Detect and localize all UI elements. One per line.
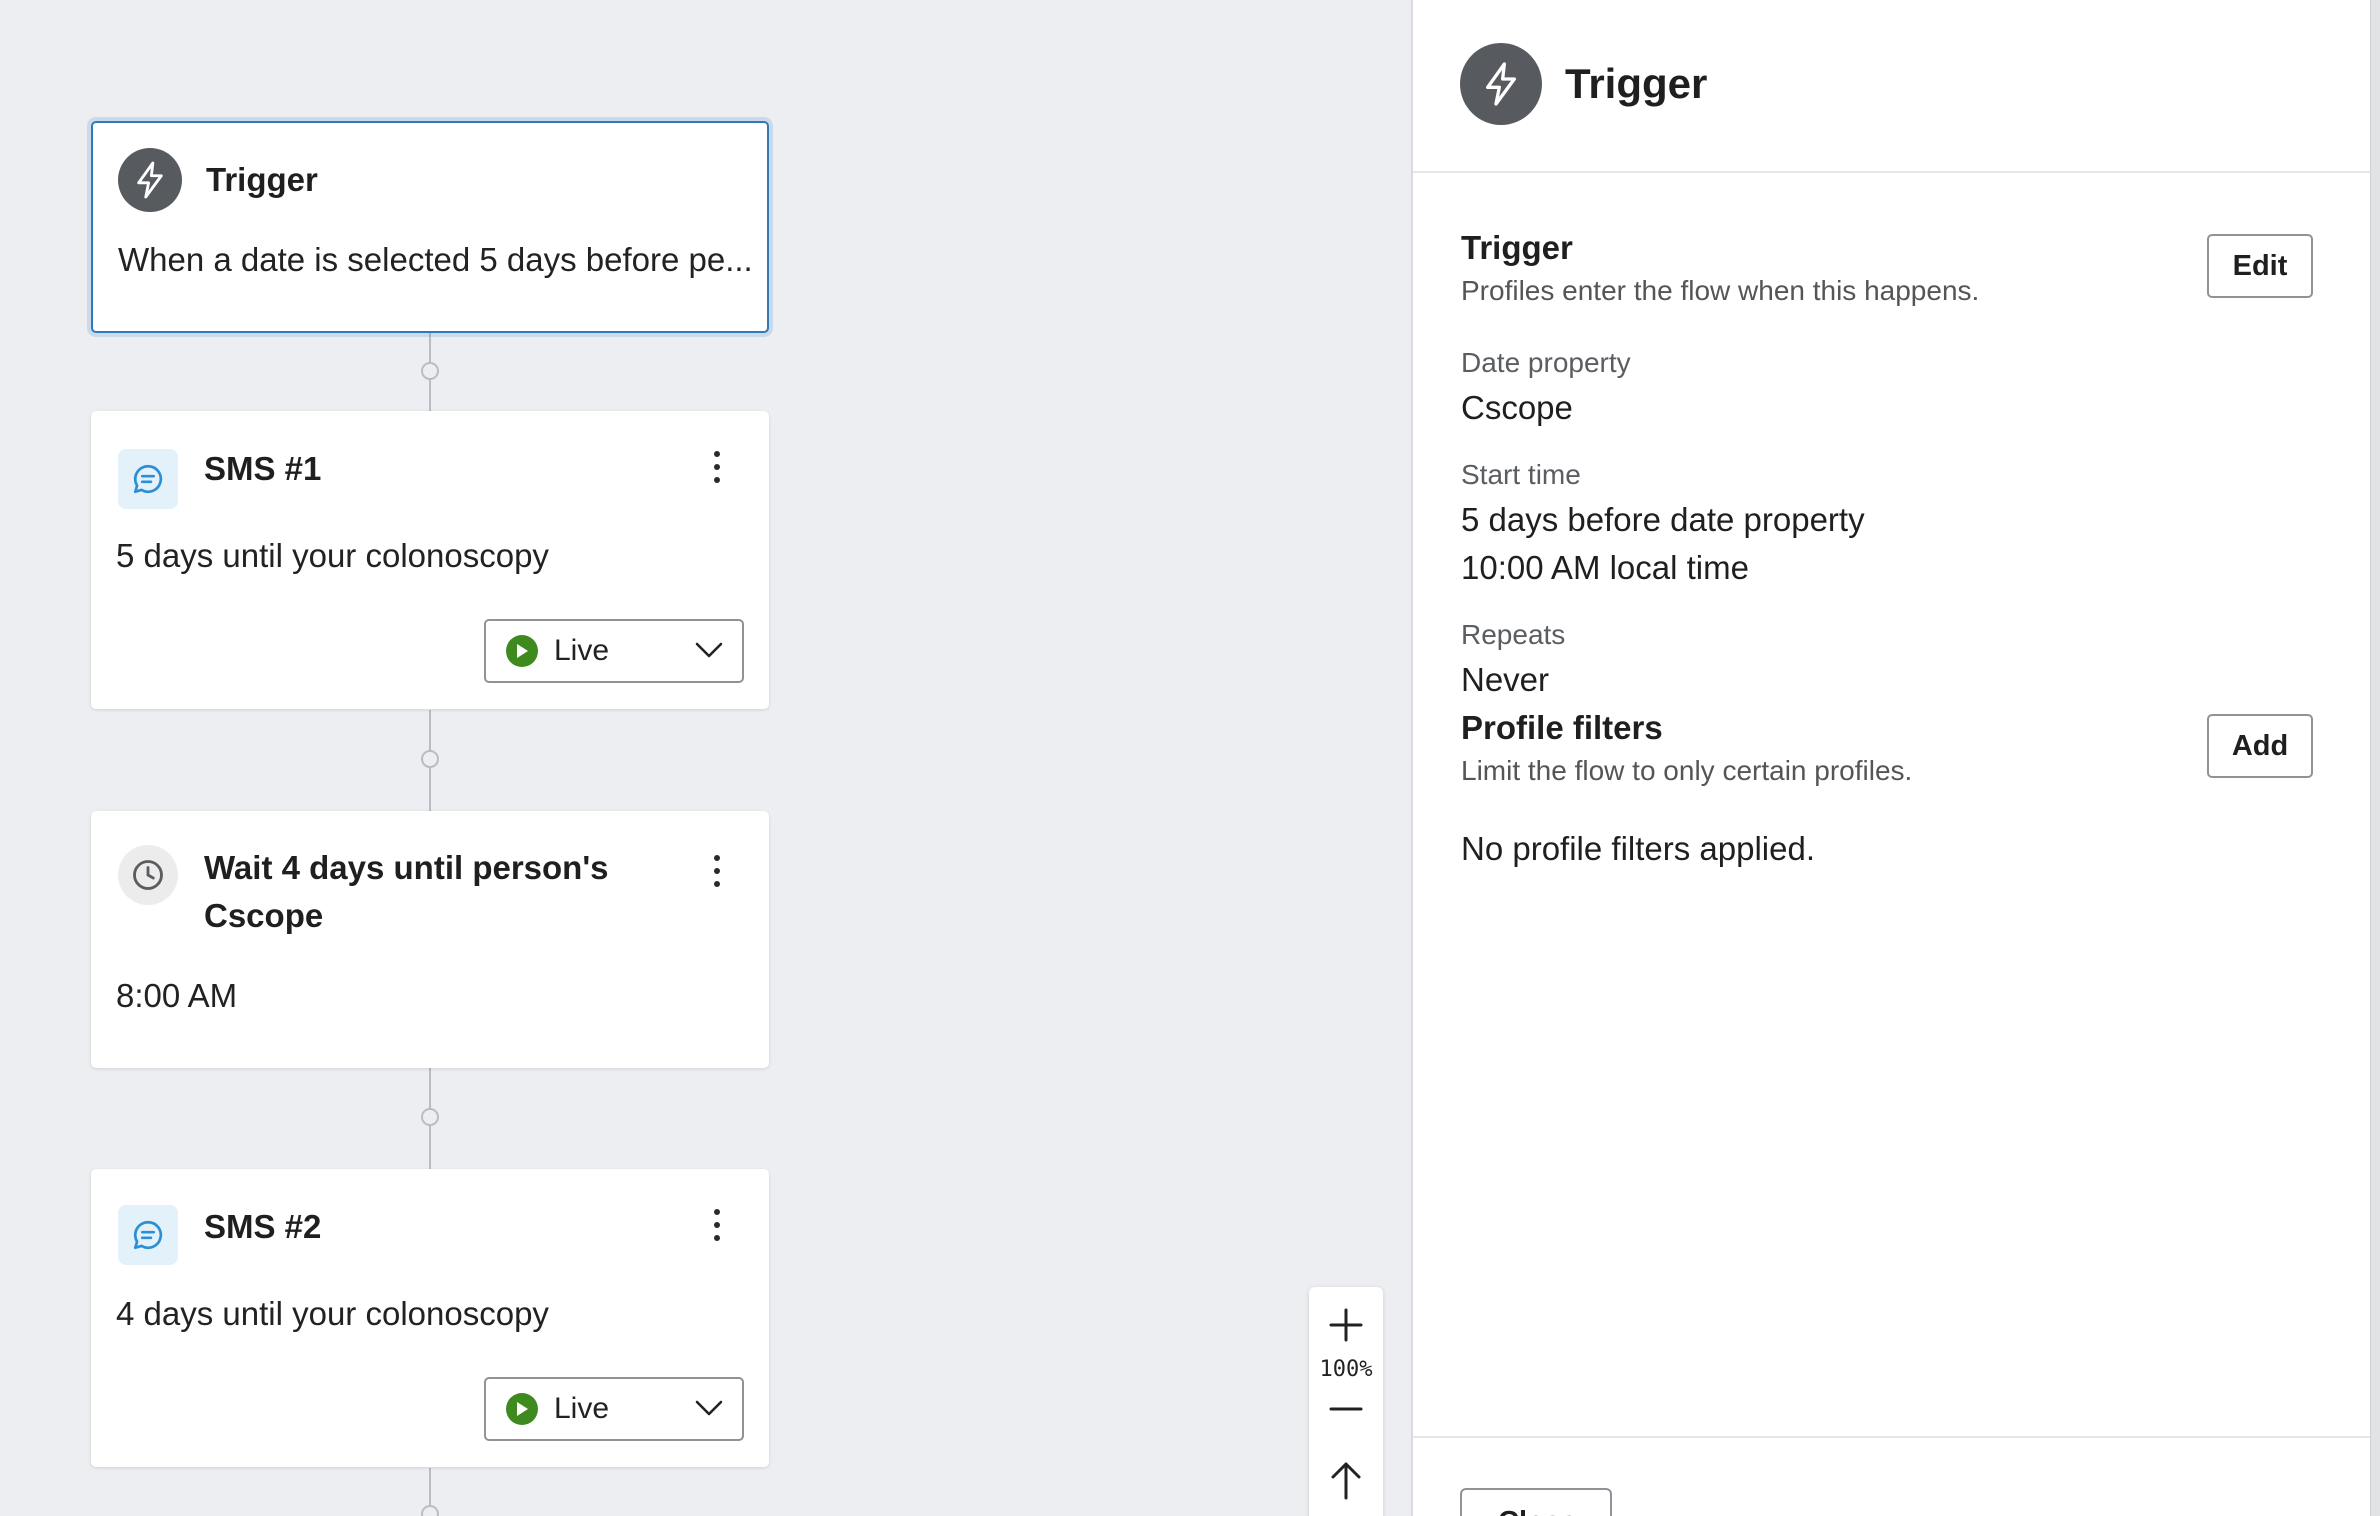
lightning-icon bbox=[1460, 43, 1542, 125]
add-step-node[interactable] bbox=[421, 750, 439, 768]
add-step-node[interactable] bbox=[421, 1505, 439, 1516]
minus-icon bbox=[1329, 1407, 1363, 1411]
add-profile-filter-button[interactable]: Add bbox=[2207, 714, 2313, 778]
close-button[interactable]: Close bbox=[1460, 1488, 1612, 1516]
arrow-up-icon bbox=[1331, 1462, 1361, 1500]
card-title: Trigger bbox=[206, 161, 318, 198]
sms-body: 4 days until your colonoscopy bbox=[116, 1295, 549, 1332]
profile-filters-description: Limit the flow to only certain profiles. bbox=[1461, 755, 1913, 786]
panel-footer: Close bbox=[1413, 1436, 2370, 1516]
add-step-node[interactable] bbox=[421, 1108, 439, 1126]
card-title: SMS #1 bbox=[204, 450, 322, 487]
repeats-value: Never bbox=[1461, 661, 1550, 698]
status-dropdown[interactable]: Live bbox=[484, 1377, 744, 1441]
trigger-section-heading: Trigger bbox=[1461, 229, 1573, 266]
panel-title: Trigger bbox=[1565, 60, 1708, 107]
edit-trigger-button[interactable]: Edit bbox=[2207, 234, 2313, 298]
chevron-down-icon bbox=[695, 1400, 723, 1416]
start-time-label: Start time bbox=[1461, 459, 1581, 490]
repeats-label: Repeats bbox=[1461, 619, 1566, 650]
profile-filters-heading: Profile filters bbox=[1461, 709, 1663, 746]
trigger-section-description: Profiles enter the flow when this happen… bbox=[1461, 275, 1980, 306]
play-icon bbox=[506, 635, 538, 667]
card-title: SMS #2 bbox=[204, 1208, 322, 1245]
card-title-line2: Cscope bbox=[204, 897, 324, 934]
kebab-menu-icon[interactable] bbox=[705, 447, 729, 487]
lightning-icon bbox=[118, 148, 182, 212]
kebab-menu-icon[interactable] bbox=[705, 1205, 729, 1245]
kebab-menu-icon[interactable] bbox=[705, 851, 729, 891]
wait-time: 8:00 AM bbox=[116, 977, 238, 1014]
status-dropdown[interactable]: Live bbox=[484, 619, 744, 683]
profile-filters-empty: No profile filters applied. bbox=[1461, 830, 1816, 867]
clock-icon bbox=[118, 845, 178, 905]
status-label: Live bbox=[554, 634, 610, 667]
zoom-in-button[interactable] bbox=[1309, 1307, 1383, 1343]
plus-icon bbox=[1329, 1308, 1363, 1342]
message-bubble-icon bbox=[118, 449, 178, 509]
date-property-value: Cscope bbox=[1461, 389, 1573, 426]
zoom-level: 100% bbox=[1319, 1357, 1373, 1382]
trigger-description: When a date is selected 5 days before pe… bbox=[118, 241, 753, 278]
wait-card[interactable]: Wait 4 days until person's Cscope 8:00 A… bbox=[91, 811, 769, 1068]
flow-canvas[interactable]: Trigger When a date is selected 5 days b… bbox=[0, 0, 1411, 1516]
date-property-label: Date property bbox=[1461, 347, 1631, 378]
sms-card[interactable]: SMS #2 4 days until your colonoscopy Liv… bbox=[91, 1169, 769, 1467]
start-time-value: 5 days before date property bbox=[1461, 501, 1865, 538]
sms-card[interactable]: SMS #1 5 days until your colonoscopy Liv… bbox=[91, 411, 769, 709]
sms-body: 5 days until your colonoscopy bbox=[116, 537, 549, 574]
card-title: Wait 4 days until person's bbox=[204, 849, 609, 886]
status-label: Live bbox=[554, 1392, 610, 1425]
panel-scrollbar[interactable] bbox=[2370, 0, 2380, 1516]
start-time-local: 10:00 AM local time bbox=[1461, 549, 1749, 586]
recenter-button[interactable] bbox=[1309, 1460, 1383, 1500]
trigger-settings-panel: Trigger Trigger Profiles enter the flow … bbox=[1411, 0, 2370, 1516]
play-icon bbox=[506, 1393, 538, 1425]
chevron-down-icon bbox=[695, 642, 723, 658]
add-step-node[interactable] bbox=[421, 362, 439, 380]
zoom-out-button[interactable] bbox=[1309, 1399, 1383, 1419]
message-bubble-icon bbox=[118, 1205, 178, 1265]
zoom-control: 100% bbox=[1309, 1287, 1383, 1516]
trigger-card[interactable]: Trigger When a date is selected 5 days b… bbox=[91, 121, 769, 333]
panel-header: Trigger bbox=[1413, 0, 2370, 173]
